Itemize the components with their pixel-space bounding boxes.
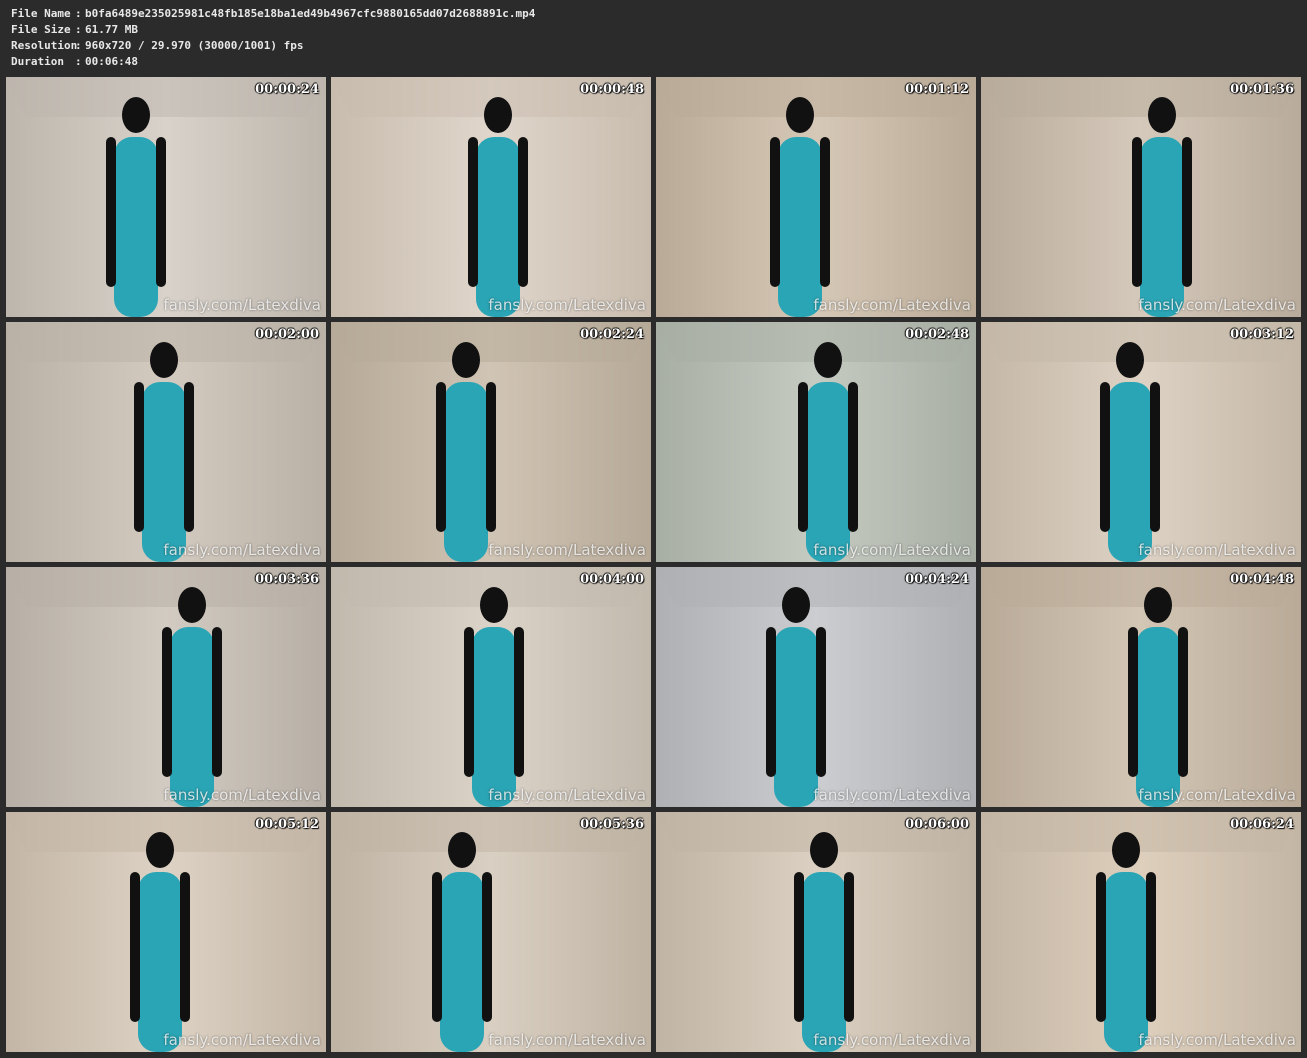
thumbnail-frame-image bbox=[981, 567, 1301, 807]
video-thumbnail: 00:02:00 fansly.com/Latexdiva bbox=[6, 322, 326, 562]
thumbnail-timestamp: 00:02:48 bbox=[905, 327, 969, 342]
thumbnail-frame-image bbox=[331, 322, 651, 562]
thumbnail-watermark: fansly.com/Latexdiva bbox=[1138, 1031, 1296, 1049]
file-name-label: File Name bbox=[11, 7, 71, 20]
thumbnail-watermark: fansly.com/Latexdiva bbox=[813, 1031, 971, 1049]
duration-separator: : bbox=[75, 55, 82, 68]
thumbnail-frame-image bbox=[656, 322, 976, 562]
thumbnail-frame-image bbox=[6, 567, 326, 807]
file-size-label: File Size bbox=[11, 23, 71, 36]
video-thumbnail: 00:01:36 fansly.com/Latexdiva bbox=[981, 77, 1301, 317]
thumbnail-frame-image bbox=[331, 812, 651, 1052]
thumbnail-watermark: fansly.com/Latexdiva bbox=[813, 296, 971, 314]
thumbnail-timestamp: 00:02:00 bbox=[255, 327, 319, 342]
thumbnail-frame-image bbox=[981, 812, 1301, 1052]
thumbnail-watermark: fansly.com/Latexdiva bbox=[163, 296, 321, 314]
thumbnail-watermark: fansly.com/Latexdiva bbox=[488, 296, 646, 314]
thumbnail-watermark: fansly.com/Latexdiva bbox=[163, 786, 321, 804]
thumbnail-timestamp: 00:04:00 bbox=[580, 572, 644, 587]
video-thumbnail: 00:04:48 fansly.com/Latexdiva bbox=[981, 567, 1301, 807]
thumbnail-timestamp: 00:06:24 bbox=[1230, 817, 1294, 832]
thumbnail-timestamp: 00:04:48 bbox=[1230, 572, 1294, 587]
video-thumbnail: 00:04:24 fansly.com/Latexdiva bbox=[656, 567, 976, 807]
thumbnail-watermark: fansly.com/Latexdiva bbox=[1138, 786, 1296, 804]
video-thumbnail: 00:00:24 fansly.com/Latexdiva bbox=[6, 77, 326, 317]
thumbnail-watermark: fansly.com/Latexdiva bbox=[163, 541, 321, 559]
thumbnail-frame-image bbox=[6, 812, 326, 1052]
thumbnail-timestamp: 00:01:12 bbox=[905, 82, 969, 97]
thumbnail-timestamp: 00:02:24 bbox=[580, 327, 644, 342]
thumbnail-timestamp: 00:01:36 bbox=[1230, 82, 1294, 97]
thumbnail-watermark: fansly.com/Latexdiva bbox=[1138, 296, 1296, 314]
resolution-separator: : bbox=[75, 39, 82, 52]
thumbnail-timestamp: 00:05:12 bbox=[255, 817, 319, 832]
video-thumbnail: 00:02:48 fansly.com/Latexdiva bbox=[656, 322, 976, 562]
contact-sheet: File Name : b0fa6489e235025981c48fb185e1… bbox=[0, 0, 1307, 1058]
thumbnail-timestamp: 00:03:12 bbox=[1230, 327, 1294, 342]
thumbnail-frame-image bbox=[331, 77, 651, 317]
thumbnail-timestamp: 00:00:48 bbox=[580, 82, 644, 97]
resolution-value: 960x720 / 29.970 (30000/1001) fps bbox=[85, 39, 304, 52]
thumbnail-frame-image bbox=[656, 812, 976, 1052]
video-thumbnail: 00:02:24 fansly.com/Latexdiva bbox=[331, 322, 651, 562]
video-thumbnail: 00:06:24 fansly.com/Latexdiva bbox=[981, 812, 1301, 1052]
video-thumbnail: 00:01:12 fansly.com/Latexdiva bbox=[656, 77, 976, 317]
file-size-value: 61.77 MB bbox=[85, 23, 138, 36]
file-name-separator: : bbox=[75, 7, 82, 20]
video-thumbnail: 00:05:12 fansly.com/Latexdiva bbox=[6, 812, 326, 1052]
thumbnail-watermark: fansly.com/Latexdiva bbox=[813, 786, 971, 804]
file-name-value: b0fa6489e235025981c48fb185e18ba1ed49b496… bbox=[85, 7, 536, 20]
video-thumbnail: 00:05:36 fansly.com/Latexdiva bbox=[331, 812, 651, 1052]
video-thumbnail: 00:00:48 fansly.com/Latexdiva bbox=[331, 77, 651, 317]
duration-value: 00:06:48 bbox=[85, 55, 138, 68]
thumbnail-frame-image bbox=[656, 77, 976, 317]
thumbnail-frame-image bbox=[981, 77, 1301, 317]
thumbnail-watermark: fansly.com/Latexdiva bbox=[488, 541, 646, 559]
file-info-header: File Name : b0fa6489e235025981c48fb185e1… bbox=[11, 6, 535, 70]
thumbnail-watermark: fansly.com/Latexdiva bbox=[163, 1031, 321, 1049]
video-thumbnail: 00:03:12 fansly.com/Latexdiva bbox=[981, 322, 1301, 562]
resolution-label: Resolution bbox=[11, 39, 78, 52]
thumbnail-watermark: fansly.com/Latexdiva bbox=[1138, 541, 1296, 559]
thumbnail-watermark: fansly.com/Latexdiva bbox=[488, 1031, 646, 1049]
duration-row: Duration : 00:06:48 bbox=[11, 54, 535, 70]
file-size-row: File Size : 61.77 MB bbox=[11, 22, 535, 38]
resolution-row: Resolution : 960x720 / 29.970 (30000/100… bbox=[11, 38, 535, 54]
thumbnail-frame-image bbox=[6, 77, 326, 317]
video-thumbnail: 00:06:00 fansly.com/Latexdiva bbox=[656, 812, 976, 1052]
thumbnail-frame-image bbox=[6, 322, 326, 562]
thumbnail-timestamp: 00:06:00 bbox=[905, 817, 969, 832]
file-name-row: File Name : b0fa6489e235025981c48fb185e1… bbox=[11, 6, 535, 22]
thumbnail-watermark: fansly.com/Latexdiva bbox=[813, 541, 971, 559]
file-size-separator: : bbox=[75, 23, 82, 36]
duration-label: Duration bbox=[11, 55, 64, 68]
thumbnail-grid: 00:00:24 fansly.com/Latexdiva 00:00:48 fans… bbox=[6, 77, 1301, 1053]
thumbnail-timestamp: 00:00:24 bbox=[255, 82, 319, 97]
thumbnail-watermark: fansly.com/Latexdiva bbox=[488, 786, 646, 804]
thumbnail-frame-image bbox=[981, 322, 1301, 562]
thumbnail-timestamp: 00:03:36 bbox=[255, 572, 319, 587]
video-thumbnail: 00:03:36 fansly.com/Latexdiva bbox=[6, 567, 326, 807]
video-thumbnail: 00:04:00 fansly.com/Latexdiva bbox=[331, 567, 651, 807]
thumbnail-frame-image bbox=[331, 567, 651, 807]
thumbnail-frame-image bbox=[656, 567, 976, 807]
thumbnail-timestamp: 00:05:36 bbox=[580, 817, 644, 832]
thumbnail-timestamp: 00:04:24 bbox=[905, 572, 969, 587]
